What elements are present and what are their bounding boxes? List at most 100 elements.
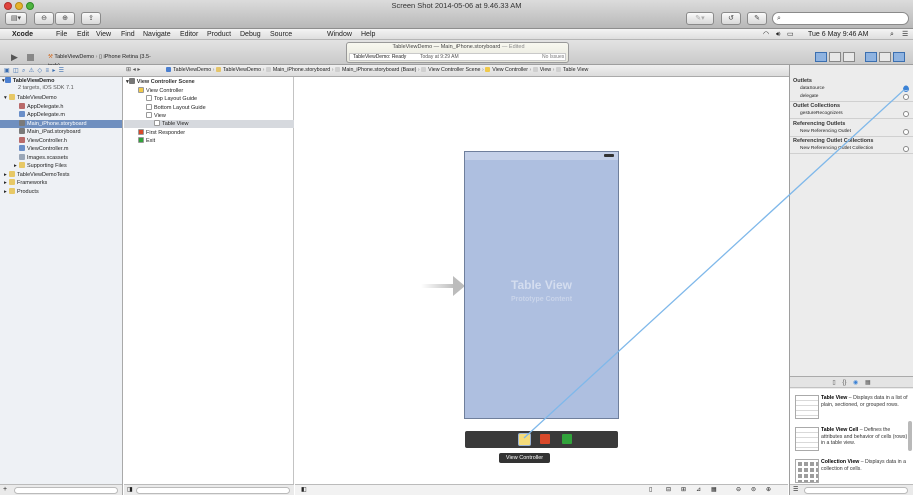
log-navigator-tab[interactable]: ☰ [59,68,64,74]
menu-item-navigate[interactable]: Navigate [143,29,171,40]
notification-icon[interactable]: ☰ [902,29,908,40]
breadcrumb-item[interactable]: View [540,67,551,73]
menu-item-debug[interactable]: Debug [240,29,261,40]
form-factor-icon[interactable]: ▯ [649,486,652,493]
align-icon[interactable]: ⊟ [666,486,671,493]
outline-item[interactable]: View Controller [124,87,294,95]
add-file-icon[interactable]: + [3,486,7,493]
zoom-in-canvas-icon[interactable]: ⊕ [766,486,771,493]
navigator-item[interactable]: ▾ TableViewDemo [0,94,122,102]
outline-item[interactable]: Table View [124,120,294,129]
symbol-navigator-tab[interactable]: ◫ [13,68,19,74]
toggle-utilities-button[interactable] [893,52,905,62]
breadcrumb-item[interactable]: TableViewDemo [173,67,211,73]
list-view-icon[interactable]: ☰ [793,486,798,493]
breadcrumb-item[interactable]: Main_iPhone.storyboard (Base) [342,67,417,73]
scheme-selector[interactable]: ⚒ TableViewDemo › ▯ iPhone Retina (3.5-i… [48,53,158,69]
standard-editor-button[interactable] [815,52,827,62]
menu-item-file[interactable]: File [56,29,67,40]
menu-item-help[interactable]: Help [361,29,375,40]
debug-navigator-tab[interactable]: ≡ [45,68,49,74]
issue-navigator-tab[interactable]: ⚠ [29,68,34,74]
zoom-out-canvas-icon[interactable]: ⊖ [736,486,741,493]
project-navigator-tab[interactable]: ▣ [4,68,10,74]
menu-item-product[interactable]: Product [207,29,231,40]
outline-filter-field[interactable] [136,487,290,494]
breadcrumb-item[interactable]: View Controller Scene [428,67,480,73]
status-issues[interactable]: No Issues [542,54,564,61]
breadcrumb-item[interactable]: TableViewDemo [223,67,261,73]
outline-item[interactable]: Bottom Layout Guide [124,103,294,112]
library-filter-field[interactable] [804,487,908,494]
outlet-row[interactable]: New Referencing Outlet [800,128,913,136]
test-navigator-tab[interactable]: ◇ [37,68,42,74]
menu-item-find[interactable]: Find [121,29,135,40]
volume-icon[interactable]: 🔊︎ [776,29,780,40]
media-library-tab[interactable]: ▦ [865,380,871,386]
storyboard-canvas[interactable]: Table View Prototype Content View Contro… [295,77,788,495]
view-controller-frame[interactable]: Table View Prototype Content [464,151,619,419]
zoom-actual-icon[interactable]: ⊜ [751,486,756,493]
battery-icon[interactable]: ▭ [787,29,794,40]
version-editor-button[interactable] [843,52,855,62]
outlet-connection-circle[interactable] [903,128,909,135]
outline-item[interactable]: View [124,111,294,120]
zoom-in-button[interactable]: ⊕ [55,12,75,25]
navigator-item[interactable]: ViewController.m [0,145,122,153]
outlet-connection-circle[interactable] [903,146,909,152]
navigator-item[interactable]: ▸ Products [0,187,122,196]
file-template-tab[interactable]: ▯ [832,380,835,386]
outlet-connection-circle[interactable] [903,111,909,117]
outlet-connection-circle[interactable] [903,86,909,92]
run-button[interactable]: ▶ [11,52,21,62]
breadcrumb-item[interactable]: Table View [563,67,589,73]
menu-item-edit[interactable]: Edit [77,29,89,40]
library-item[interactable]: Table View – Displays data in a list of … [792,393,910,423]
library-item[interactable]: Table View Cell – Defines the attributes… [792,425,910,455]
first-responder-dock-icon[interactable] [540,434,550,444]
library-scrollbar[interactable] [908,421,912,451]
breadcrumb-item[interactable]: Main_iPhone.storyboard [273,67,330,73]
breakpoint-navigator-tab[interactable]: ▸ [52,68,55,74]
code-snippet-tab[interactable]: {} [842,380,846,386]
outlet-row[interactable]: New Referencing Outlet Collection [800,145,913,153]
forward-button[interactable]: ▸ [137,67,140,73]
rotate-button[interactable]: ↺ [721,12,741,25]
zoom-out-button[interactable]: ⊖ [34,12,54,25]
navigator-item[interactable]: Images.xcassets [0,153,122,162]
related-files-button[interactable]: ⊞ [126,67,131,73]
show-outline-icon[interactable]: ◧ [301,486,307,493]
navigator-item[interactable]: AppDelegate.m [0,111,122,119]
navigator-item[interactable]: Main_iPhone.storyboard [0,119,122,128]
hide-outline-icon[interactable]: ◨ [127,486,133,493]
outline-item[interactable]: Exit [124,136,294,145]
back-button[interactable]: ◂ [133,67,136,73]
outlet-connection-circle[interactable] [903,93,909,100]
navigator-item[interactable]: AppDelegate.h [0,102,122,111]
outline-item[interactable]: First Responder [124,128,294,137]
assistant-editor-button[interactable] [829,52,841,62]
edit-button[interactable]: ✎ [747,12,767,25]
resolve-icon[interactable]: ⊿ [696,486,701,493]
navigator-item[interactable]: ▸ TableViewDemoTests [0,170,122,179]
view-controller-dock-icon[interactable] [518,433,531,446]
navigator-item[interactable]: Main_iPad.storyboard [0,128,122,136]
outline-item[interactable]: Top Layout Guide [124,95,294,103]
wifi-icon[interactable]: ◠ [763,29,769,40]
find-navigator-tab[interactable]: ⌕ [22,68,25,74]
menu-item-xcode[interactable]: Xcode [12,29,33,40]
pin-icon[interactable]: ⊞ [681,486,686,493]
menu-item-view[interactable]: View [96,29,111,40]
exit-dock-icon[interactable] [562,434,572,444]
navigator-item[interactable]: ▸ Supporting Files [0,162,122,170]
outlet-row[interactable]: delegate [800,93,913,101]
scene-header[interactable]: ▾ View Controller Scene [126,78,195,86]
menu-item-editor[interactable]: Editor [180,29,198,40]
navigator-item[interactable]: ViewController.h [0,136,122,145]
resizing-icon[interactable]: ▦ [711,486,717,493]
project-root-row[interactable]: ▾ TableViewDemo 2 targets, iOS SDK 7.1 [2,77,122,91]
markup-button[interactable]: ✎▾ [686,12,714,25]
stop-button[interactable] [27,54,34,61]
share-button[interactable]: ⇪ [81,12,101,25]
table-view[interactable]: Table View Prototype Content [465,160,618,418]
